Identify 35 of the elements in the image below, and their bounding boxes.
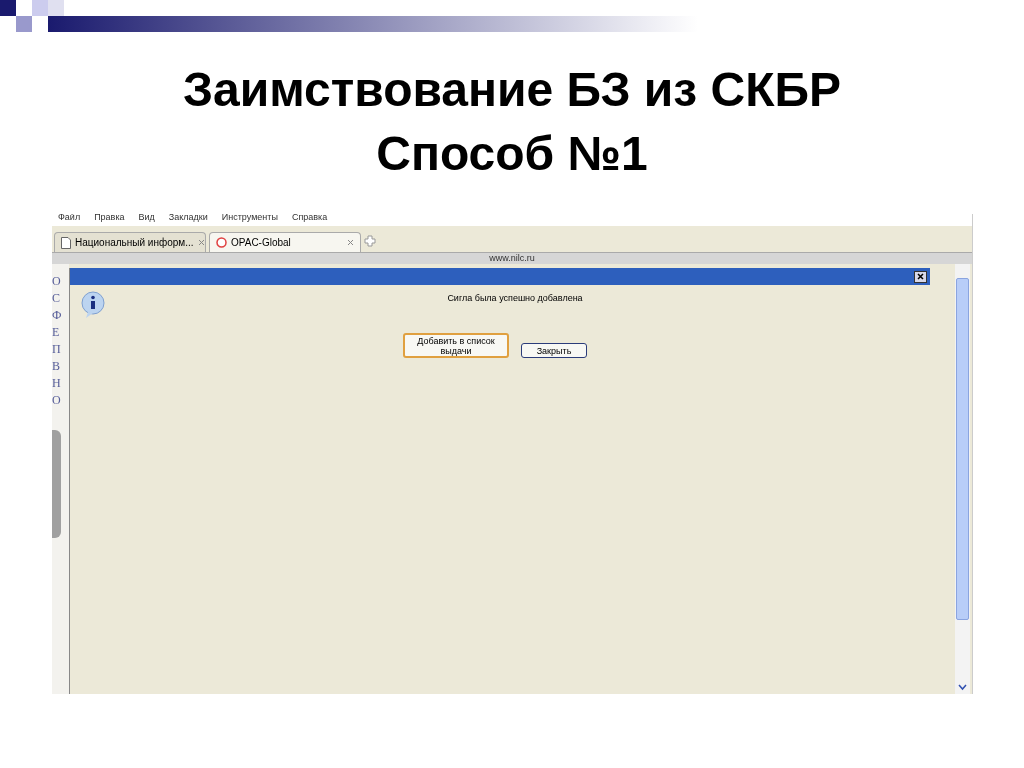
- close-icon[interactable]: [197, 239, 205, 246]
- site-icon: [216, 237, 227, 248]
- menu-item[interactable]: Файл: [58, 214, 81, 226]
- dialog-button[interactable]: Добавить в список выдачи: [403, 333, 509, 358]
- status-url: www.nilc.ru: [52, 253, 972, 264]
- plus-icon[interactable]: [364, 235, 376, 247]
- close-button[interactable]: [914, 270, 927, 283]
- close-icon[interactable]: [347, 239, 354, 246]
- chevron-down-icon[interactable]: [957, 683, 968, 692]
- menu-item[interactable]: Закладки: [168, 214, 208, 226]
- info-icon: [80, 291, 108, 319]
- menu-item[interactable]: Правка: [94, 214, 125, 226]
- page-text: О: [52, 393, 61, 407]
- page-icon: [61, 236, 71, 249]
- tab-label: OPAC-Global: [231, 237, 292, 248]
- slide-title: Заимствование БЗ из СКБР: [182, 62, 842, 118]
- sidebar-handle[interactable]: [52, 430, 61, 538]
- browser-tab[interactable]: OPAC-Global: [209, 232, 361, 252]
- page-text: О: [52, 274, 61, 288]
- dialog-message: Сигла была успешно добавлена: [447, 293, 583, 303]
- menu-item[interactable]: Вид: [138, 214, 155, 226]
- scroll-thumb[interactable]: [956, 278, 969, 620]
- slide-title: Способ №1: [375, 126, 649, 182]
- page-text: Ф: [52, 308, 62, 322]
- page-text: В: [52, 359, 60, 373]
- page-text: Н: [52, 376, 61, 390]
- tab-label: Национальный информ...: [75, 237, 194, 248]
- menu-item[interactable]: Инструменты: [221, 214, 278, 226]
- browser-tab[interactable]: Национальный информ...: [54, 232, 206, 252]
- page-text: Е: [52, 325, 60, 339]
- scrollbar[interactable]: [955, 264, 970, 694]
- page-text: С: [52, 291, 60, 305]
- page-text: П: [52, 342, 61, 356]
- menu-item[interactable]: Справка: [291, 214, 328, 226]
- dialog-button[interactable]: Закрыть: [521, 343, 587, 358]
